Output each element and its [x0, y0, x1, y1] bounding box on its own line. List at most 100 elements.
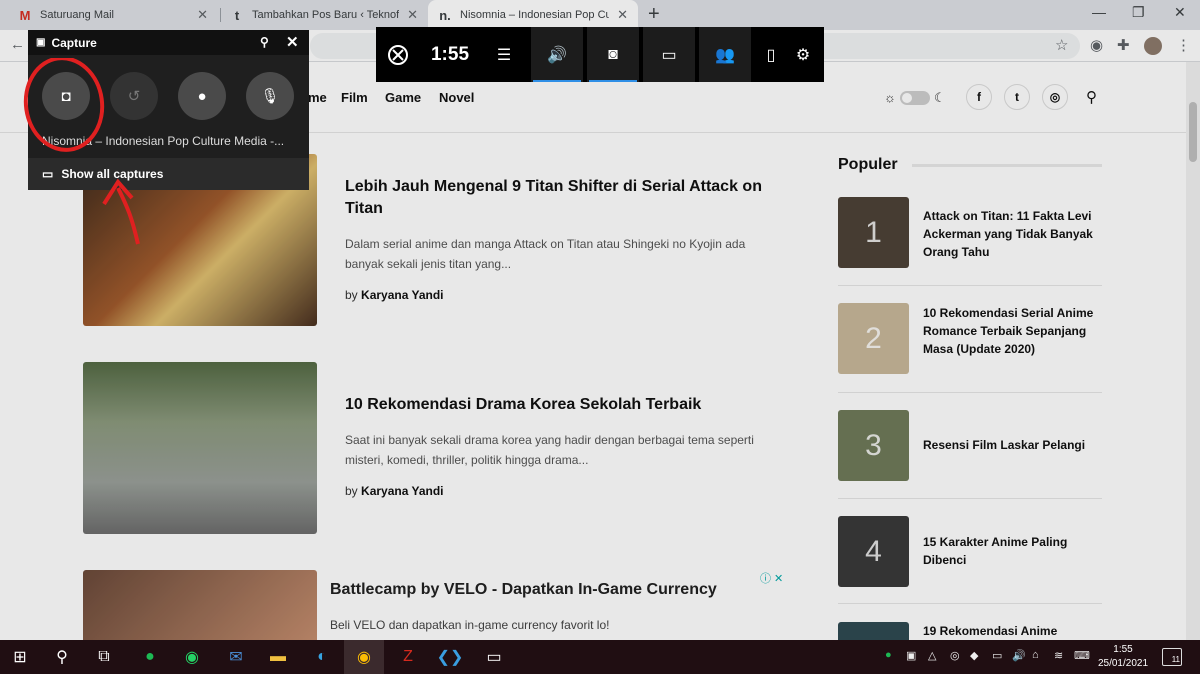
widget-menu-icon[interactable]: ☰	[484, 27, 524, 82]
ad-title[interactable]: Battlecamp by VELO - Dapatkan In-Game Cu…	[330, 581, 717, 599]
edge-icon[interactable]: ◐	[302, 640, 342, 674]
scrollbar-thumb[interactable]	[1189, 102, 1197, 162]
tab-tambahkan-pos[interactable]: t Tambahkan Pos Baru ‹ Teknofara ✕	[220, 0, 428, 30]
article-byline: by Karyana Yandi	[345, 484, 444, 498]
popular-thumbnail[interactable]: 4	[838, 516, 909, 587]
notification-center-icon[interactable]: 11	[1162, 648, 1182, 666]
page-scrollbar[interactable]	[1186, 62, 1200, 640]
nav-home[interactable]: me	[308, 90, 327, 105]
tray-app-icon[interactable]: ◆	[970, 649, 978, 662]
mail-icon[interactable]: ✉	[216, 640, 256, 674]
close-tab-icon[interactable]: ✕	[197, 7, 208, 23]
popular-item-title[interactable]: 19 Rekomendasi Anime	[923, 622, 1103, 640]
sun-icon: ☼	[884, 90, 896, 105]
moon-icon: ☾	[934, 90, 946, 105]
mic-off-icon: 🎙	[260, 88, 280, 105]
popular-thumbnail[interactable]	[838, 622, 909, 640]
active-tab-indicator	[589, 80, 637, 82]
popular-thumbnail[interactable]: 1	[838, 197, 909, 268]
popular-divider	[838, 285, 1102, 286]
search-icon[interactable]: ⚲	[1086, 88, 1097, 106]
back-arrow-icon[interactable]: ←	[10, 36, 25, 53]
tab-nisomnia[interactable]: n. Nisomnia – Indonesian Pop Cultu ✕	[428, 0, 638, 30]
volume-icon[interactable]: 🔊	[1012, 649, 1026, 662]
ad-description: Beli VELO dan dapatkan in-game currency …	[330, 618, 610, 632]
maximize-button[interactable]: ❐	[1132, 4, 1145, 21]
facebook-icon[interactable]: f	[966, 84, 992, 110]
drive-tray-icon[interactable]: △	[928, 649, 936, 662]
performance-widget-icon[interactable]: ▭	[643, 27, 695, 82]
popular-thumbnail[interactable]: 3	[838, 410, 909, 481]
spotify-icon[interactable]: ●	[130, 640, 170, 674]
menu-kebab-icon[interactable]: ⋮	[1176, 36, 1191, 54]
audio-widget-icon[interactable]: 🔊	[531, 27, 583, 82]
popular-item-title[interactable]: Attack on Titan: 11 Fakta Levi Ackerman …	[923, 207, 1103, 261]
profile-avatar[interactable]	[1144, 37, 1162, 55]
windows-taskbar: ⊞ ⚲ ⧉ ● ◉ ✉ ▬ ◐ ◉ Z ❮❯ ▭ ● ▣ △ ◎ ◆ ▭ 🔊 ⌂…	[0, 640, 1200, 674]
xbox-logo-icon[interactable]	[376, 27, 420, 82]
nav-film[interactable]: Film	[341, 90, 368, 105]
popular-item-title[interactable]: Resensi Film Laskar Pelangi	[923, 436, 1103, 454]
popular-heading: Populer	[838, 156, 898, 173]
microphone-toggle-button[interactable]: 🎙	[246, 72, 294, 120]
puzzle-extensions-icon[interactable]: ✚	[1117, 36, 1130, 54]
taskbar-clock[interactable]: 1:55 25/01/2021	[1094, 643, 1152, 671]
language-icon[interactable]: ⌨	[1074, 649, 1090, 662]
teknofara-icon: t	[234, 7, 240, 23]
nav-game[interactable]: Game	[385, 90, 421, 105]
vscode-icon[interactable]: ❮❯	[430, 640, 470, 674]
popular-divider	[838, 498, 1102, 499]
task-view-icon[interactable]: ⧉	[84, 640, 124, 674]
article-author[interactable]: Karyana Yandi	[361, 484, 444, 498]
browser-tab-bar: M Saturuang Mail ✕ t Tambahkan Pos Baru …	[0, 0, 1200, 30]
dark-mode-toggle[interactable]	[900, 91, 930, 105]
popular-item-title[interactable]: 15 Karakter Anime Paling Dibenci	[923, 533, 1103, 569]
filezilla-icon[interactable]: Z	[388, 640, 428, 674]
windows-start-icon[interactable]: ⊞	[0, 640, 40, 674]
network-icon[interactable]: ⌂	[1032, 649, 1039, 661]
gmail-icon: M	[19, 7, 31, 23]
search-icon[interactable]: ⚲	[42, 640, 82, 674]
nav-novel[interactable]: Novel	[439, 90, 474, 105]
tab-title: Nisomnia – Indonesian Pop Cultu	[460, 9, 610, 21]
article-title[interactable]: 10 Rekomendasi Drama Korea Sekolah Terba…	[345, 394, 785, 416]
capture-widget-icon[interactable]: ◙	[587, 27, 639, 82]
minimize-button[interactable]: —	[1092, 4, 1106, 20]
display-tray-icon[interactable]: ▭	[992, 649, 1002, 662]
bookmark-star-icon[interactable]: ☆	[1055, 36, 1068, 54]
tray-app-icon[interactable]: ▣	[906, 649, 916, 662]
close-icon[interactable]: ✕	[286, 33, 299, 51]
article-image-korean-drama[interactable]	[83, 362, 317, 534]
mouse-icon[interactable]: ▯	[760, 27, 782, 82]
pin-icon[interactable]: ⚲	[260, 35, 269, 49]
tab-saturuang-mail[interactable]: M Saturuang Mail ✕	[8, 0, 218, 30]
close-tab-icon[interactable]: ✕	[407, 7, 418, 23]
article-author[interactable]: Karyana Yandi	[361, 288, 444, 302]
close-window-button[interactable]: ✕	[1174, 4, 1186, 21]
popular-divider	[838, 392, 1102, 393]
ad-close-icon[interactable]: ⓘ ✕	[760, 570, 783, 586]
instagram-icon[interactable]: ◎	[1042, 84, 1068, 110]
extension-icon[interactable]: ◉	[1090, 36, 1103, 54]
twitter-icon[interactable]: t	[1004, 84, 1030, 110]
spotify-tray-icon[interactable]: ●	[885, 649, 892, 661]
chrome-icon[interactable]: ◉	[344, 640, 384, 674]
new-tab-button[interactable]: +	[648, 3, 660, 26]
terminal-icon[interactable]: ▭	[474, 640, 514, 674]
start-recording-button[interactable]: ●	[178, 72, 226, 120]
ad-image[interactable]	[83, 570, 317, 640]
popular-item-title[interactable]: 10 Rekomendasi Serial Anime Romance Terb…	[923, 304, 1103, 358]
file-explorer-icon[interactable]: ▬	[258, 640, 298, 674]
tray-app-icon[interactable]: ◎	[950, 649, 960, 662]
wifi-icon[interactable]: ≋	[1054, 649, 1063, 662]
xbox-social-widget-icon[interactable]: 👥	[699, 27, 751, 82]
close-tab-icon[interactable]: ✕	[617, 7, 628, 23]
byline-prefix: by	[345, 288, 358, 302]
taskbar-time: 1:55	[1113, 644, 1133, 655]
popular-thumbnail[interactable]: 2	[838, 303, 909, 374]
article-title[interactable]: Lebih Jauh Mengenal 9 Titan Shifter di S…	[345, 176, 785, 220]
byline-prefix: by	[345, 484, 358, 498]
settings-gear-icon[interactable]: ⚙	[790, 27, 816, 82]
whatsapp-icon[interactable]: ◉	[172, 640, 212, 674]
article-byline: by Karyana Yandi	[345, 288, 444, 302]
